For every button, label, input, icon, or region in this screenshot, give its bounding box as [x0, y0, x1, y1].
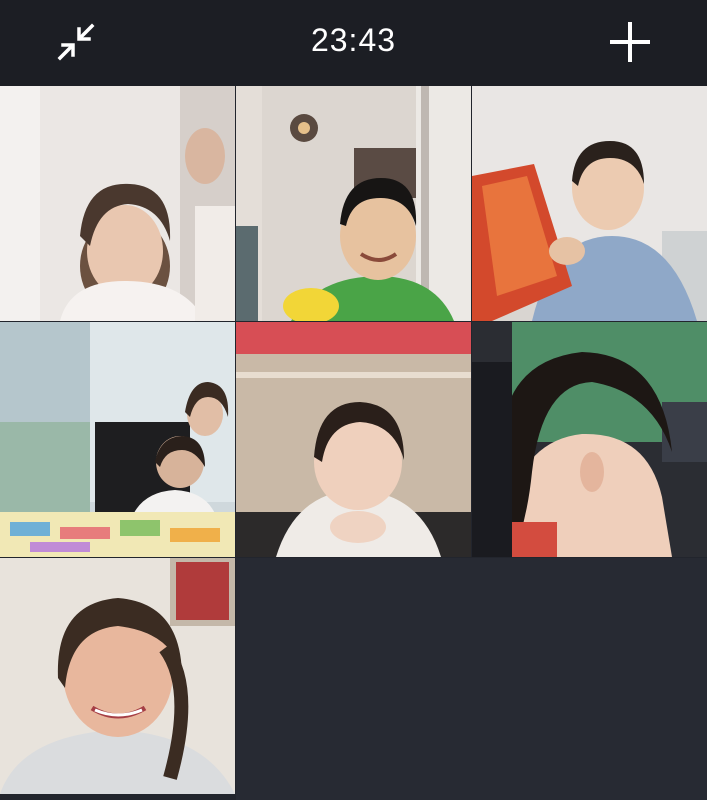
participant-video-feed [472, 86, 707, 321]
participant-video-feed [0, 86, 235, 321]
participant-video-feed [0, 558, 235, 794]
call-top-bar: 23:43 [0, 0, 707, 86]
participant-video-feed [472, 322, 707, 557]
participant-video-tile-3[interactable] [472, 86, 707, 321]
participant-video-feed [236, 86, 471, 321]
participant-video-tile-1[interactable] [0, 86, 235, 321]
participant-video-tile-6[interactable] [472, 322, 707, 557]
empty-grid-area [236, 558, 707, 800]
participant-video-feed [236, 322, 471, 557]
participant-video-feed [0, 322, 235, 557]
participant-video-tile-5[interactable] [236, 322, 471, 557]
call-duration: 23:43 [310, 22, 397, 58]
participant-video-grid [0, 86, 707, 800]
participant-video-tile-4[interactable] [0, 322, 235, 557]
add-participant-button[interactable] [604, 16, 656, 68]
video-call-screen: 23:43 [0, 0, 707, 800]
plus-icon [610, 22, 650, 62]
participant-video-tile-7[interactable] [0, 558, 235, 794]
participant-video-tile-2[interactable] [236, 86, 471, 321]
